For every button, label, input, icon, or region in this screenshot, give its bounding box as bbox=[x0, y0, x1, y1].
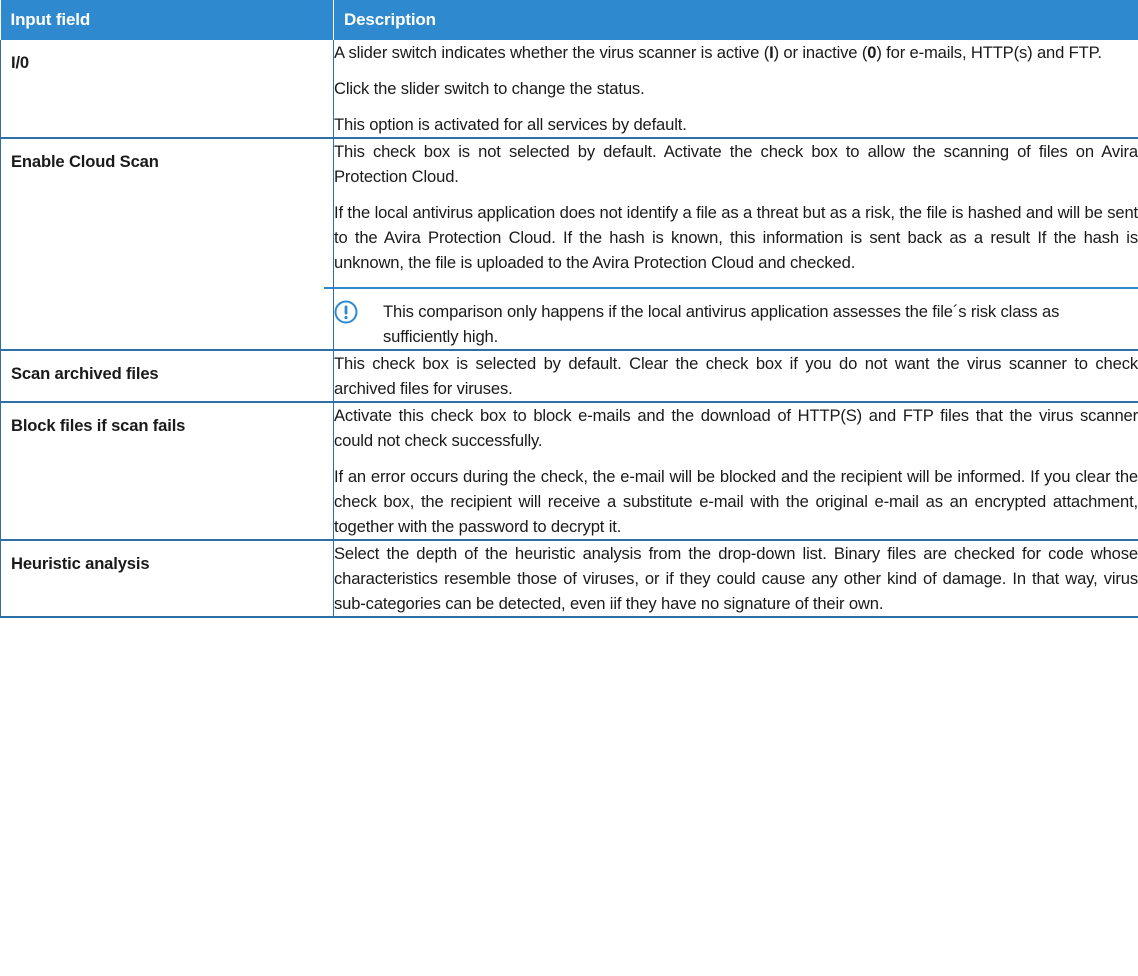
field-cell: I/0 bbox=[0, 40, 334, 139]
note-text: This comparison only happens if the loca… bbox=[383, 302, 1060, 346]
description-paragraph: This check box is selected by default. C… bbox=[334, 351, 1138, 401]
text-segment: If an error occurs during the check, the… bbox=[334, 467, 1138, 536]
text-segment: A slider switch indicates whether the vi… bbox=[334, 43, 770, 62]
text-segment: Click the slider switch to change the st… bbox=[334, 79, 645, 98]
field-cell: Enable Cloud Scan bbox=[0, 138, 334, 351]
text-segment: ) for e-mails, HTTP(s) and FTP. bbox=[876, 43, 1102, 62]
description-cell: This check box is selected by default. C… bbox=[333, 350, 1138, 403]
field-cell: Heuristic analysis bbox=[0, 540, 334, 618]
field-name: Block files if scan fails bbox=[11, 416, 186, 435]
bold-text: 0 bbox=[867, 43, 877, 62]
description-cell: Select the depth of the heuristic analys… bbox=[333, 540, 1138, 618]
table-body: I/0 A slider switch indicates whether the… bbox=[0, 40, 1138, 618]
header-input-field: Input field bbox=[0, 0, 334, 40]
field-cell: Scan archived files bbox=[0, 350, 334, 403]
description-paragraph: Click the slider switch to change the st… bbox=[334, 76, 1138, 101]
table-row: Heuristic analysis Select the depth of th… bbox=[0, 540, 1138, 618]
description-paragraph: This option is activated for all service… bbox=[334, 112, 1138, 137]
description-paragraph: This check box is not selected by defaul… bbox=[334, 139, 1138, 189]
description-paragraph: A slider switch indicates whether the vi… bbox=[334, 40, 1138, 65]
table-row: I/0 A slider switch indicates whether the… bbox=[0, 40, 1138, 139]
text-segment: This option is activated for all service… bbox=[334, 115, 687, 134]
exclamation-circle-icon bbox=[334, 300, 358, 324]
text-segment: Select the depth of the heuristic analys… bbox=[334, 544, 1138, 613]
description-cell: Activate this check box to block e-mails… bbox=[333, 402, 1138, 541]
description-paragraph: Select the depth of the heuristic analys… bbox=[334, 541, 1138, 616]
table-row: Enable Cloud Scan This check box is not s… bbox=[0, 138, 1138, 351]
note-box: This comparison only happens if the loca… bbox=[324, 287, 1138, 349]
field-cell: Block files if scan fails bbox=[0, 402, 334, 541]
text-segment: ) or inactive ( bbox=[773, 43, 868, 62]
description-paragraph: Activate this check box to block e-mails… bbox=[334, 403, 1138, 453]
header-description: Description bbox=[333, 0, 1138, 40]
description-paragraph: If an error occurs during the check, the… bbox=[334, 464, 1138, 539]
description-cell: A slider switch indicates whether the vi… bbox=[333, 40, 1138, 139]
field-name: I/0 bbox=[11, 53, 29, 72]
description-table: Input field Description I/0 A slider swit… bbox=[0, 0, 1138, 618]
description-paragraph: If the local antivirus application does … bbox=[334, 200, 1138, 275]
text-segment: If the local antivirus application does … bbox=[334, 203, 1138, 272]
text-segment: Activate this check box to block e-mails… bbox=[334, 406, 1138, 450]
field-name: Enable Cloud Scan bbox=[11, 152, 159, 171]
text-segment: This check box is selected by default. C… bbox=[334, 354, 1138, 398]
description-cell: This check box is not selected by defaul… bbox=[324, 138, 1138, 351]
field-name: Scan archived files bbox=[11, 364, 159, 383]
table-row: Block files if scan fails Activate this c… bbox=[0, 402, 1138, 541]
field-name: Heuristic analysis bbox=[11, 554, 150, 573]
text-segment: This check box is not selected by defaul… bbox=[334, 142, 1138, 186]
table-header-row: Input field Description bbox=[0, 0, 1138, 40]
table-row: Scan archived files This check box is sel… bbox=[0, 350, 1138, 403]
